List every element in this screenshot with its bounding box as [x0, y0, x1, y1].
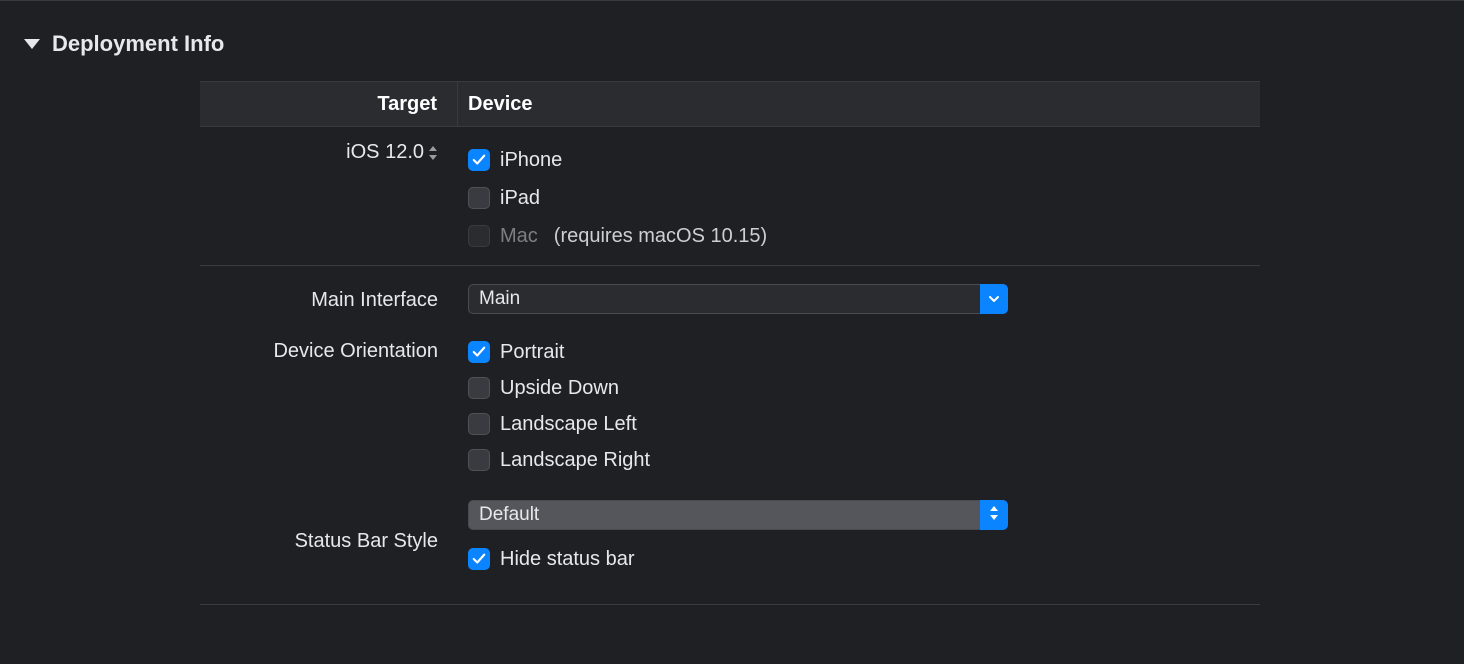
- hide-status-bar-checkbox[interactable]: [468, 548, 490, 570]
- ipad-label: iPad: [500, 187, 540, 210]
- main-interface-value[interactable]: Main: [468, 284, 980, 314]
- main-interface-label: Main Interface: [200, 286, 458, 312]
- status-bar-style-popup[interactable]: Default: [468, 500, 1008, 530]
- iphone-checkbox[interactable]: [468, 149, 490, 171]
- landscape-right-checkbox[interactable]: [468, 449, 490, 471]
- target-version-value: iOS 12.0: [346, 141, 424, 164]
- mac-label: Mac: [500, 225, 538, 248]
- mac-note: (requires macOS 10.15): [554, 225, 767, 248]
- upside-down-checkbox[interactable]: [468, 377, 490, 399]
- hide-status-bar-label: Hide status bar: [500, 548, 635, 571]
- chevron-down-icon: [988, 288, 1000, 311]
- status-bar-style-value: Default: [468, 500, 980, 530]
- main-interface-dropdown-button[interactable]: [980, 284, 1008, 314]
- landscape-left-label: Landscape Left: [500, 413, 637, 436]
- upside-down-label: Upside Down: [500, 377, 619, 400]
- mac-checkbox: [468, 225, 490, 247]
- header-device: Device: [458, 93, 533, 116]
- checkmark-icon: [472, 552, 486, 566]
- portrait-label: Portrait: [500, 341, 564, 364]
- checkmark-icon: [472, 345, 486, 359]
- target-version-stepper[interactable]: iOS 12.0: [346, 141, 438, 164]
- status-bar-style-label: Status Bar Style: [200, 526, 458, 553]
- checkmark-icon: [472, 153, 486, 167]
- divider-1: [200, 265, 1260, 266]
- header-target: Target: [200, 82, 458, 126]
- up-down-arrows-icon: [989, 504, 999, 527]
- main-interface-combo[interactable]: Main: [468, 284, 1008, 314]
- iphone-label: iPhone: [500, 149, 562, 172]
- target-device-header-row: Target Device: [200, 81, 1260, 127]
- portrait-checkbox[interactable]: [468, 341, 490, 363]
- disclosure-triangle-icon[interactable]: [24, 39, 40, 49]
- bottom-divider: [200, 604, 1260, 605]
- section-title: Deployment Info: [52, 31, 224, 57]
- landscape-left-checkbox[interactable]: [468, 413, 490, 435]
- ipad-checkbox[interactable]: [468, 187, 490, 209]
- landscape-right-label: Landscape Right: [500, 449, 650, 472]
- stepper-arrows-icon: [428, 146, 438, 160]
- deployment-info-section: Deployment Info Target Device iOS 12.0: [0, 1, 1464, 605]
- status-bar-style-popup-button[interactable]: [980, 500, 1008, 530]
- device-orientation-label: Device Orientation: [200, 334, 458, 363]
